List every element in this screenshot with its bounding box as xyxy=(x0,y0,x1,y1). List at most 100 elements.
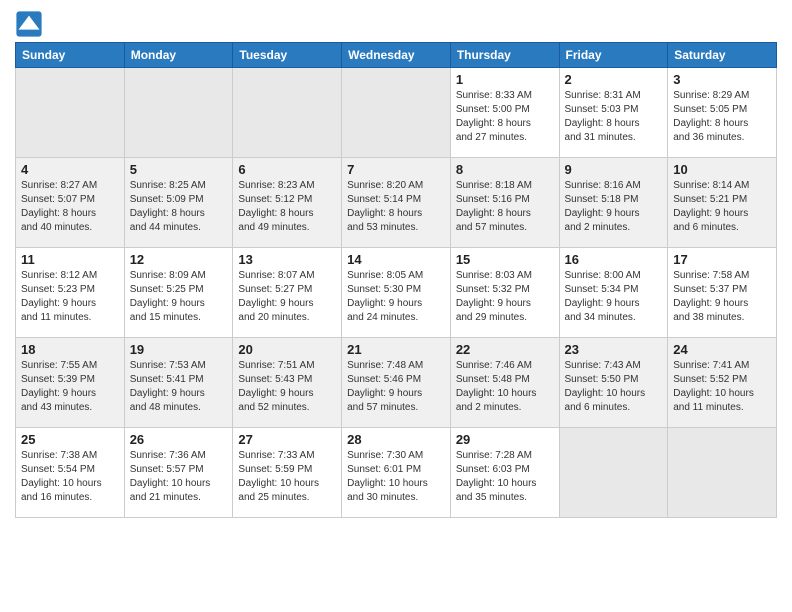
calendar-cell xyxy=(124,68,233,158)
calendar-week-2: 4 Sunrise: 8:27 AM Sunset: 5:07 PM Daylig… xyxy=(16,158,777,248)
calendar-cell: 22 Sunrise: 7:46 AM Sunset: 5:48 PM Dayli… xyxy=(450,338,559,428)
day-info: Sunrise: 7:46 AM Sunset: 5:48 PM Dayligh… xyxy=(456,359,554,415)
header-sunday: Sunday xyxy=(16,43,125,68)
calendar-cell: 6 Sunrise: 8:23 AM Sunset: 5:12 PM Daylig… xyxy=(233,158,342,248)
header-friday: Friday xyxy=(559,43,668,68)
calendar-cell: 20 Sunrise: 7:51 AM Sunset: 5:43 PM Dayli… xyxy=(233,338,342,428)
day-info: Sunrise: 8:33 AM Sunset: 5:00 PM Dayligh… xyxy=(456,89,554,145)
day-info: Sunrise: 7:55 AM Sunset: 5:39 PM Dayligh… xyxy=(21,359,119,415)
day-info: Sunrise: 7:58 AM Sunset: 5:37 PM Dayligh… xyxy=(673,269,771,325)
calendar-cell: 8 Sunrise: 8:18 AM Sunset: 5:16 PM Daylig… xyxy=(450,158,559,248)
day-info: Sunrise: 8:27 AM Sunset: 5:07 PM Dayligh… xyxy=(21,179,119,235)
calendar-cell: 7 Sunrise: 8:20 AM Sunset: 5:14 PM Daylig… xyxy=(342,158,451,248)
calendar-cell: 3 Sunrise: 8:29 AM Sunset: 5:05 PM Daylig… xyxy=(668,68,777,158)
logo xyxy=(15,10,47,38)
day-info: Sunrise: 8:03 AM Sunset: 5:32 PM Dayligh… xyxy=(456,269,554,325)
day-number: 29 xyxy=(456,432,554,447)
calendar-week-5: 25Sunrise: 7:38 AM Sunset: 5:54 PM Dayli… xyxy=(16,428,777,518)
calendar-cell xyxy=(668,428,777,518)
day-number: 5 xyxy=(130,162,228,177)
calendar-week-3: 11 Sunrise: 8:12 AM Sunset: 5:23 PM Dayli… xyxy=(16,248,777,338)
calendar-cell: 24 Sunrise: 7:41 AM Sunset: 5:52 PM Dayli… xyxy=(668,338,777,428)
day-number: 9 xyxy=(565,162,663,177)
calendar-cell xyxy=(16,68,125,158)
calendar-cell: 19 Sunrise: 7:53 AM Sunset: 5:41 PM Dayli… xyxy=(124,338,233,428)
day-number: 13 xyxy=(238,252,336,267)
day-number: 18 xyxy=(21,342,119,357)
day-info: Sunrise: 8:31 AM Sunset: 5:03 PM Dayligh… xyxy=(565,89,663,145)
day-number: 8 xyxy=(456,162,554,177)
calendar-cell: 12 Sunrise: 8:09 AM Sunset: 5:25 PM Dayli… xyxy=(124,248,233,338)
calendar-week-4: 18 Sunrise: 7:55 AM Sunset: 5:39 PM Dayli… xyxy=(16,338,777,428)
day-number: 17 xyxy=(673,252,771,267)
calendar-cell: 15 Sunrise: 8:03 AM Sunset: 5:32 PM Dayli… xyxy=(450,248,559,338)
calendar-cell: 17 Sunrise: 7:58 AM Sunset: 5:37 PM Dayli… xyxy=(668,248,777,338)
day-number: 28 xyxy=(347,432,445,447)
day-info: Sunrise: 7:43 AM Sunset: 5:50 PM Dayligh… xyxy=(565,359,663,415)
calendar-cell: 2 Sunrise: 8:31 AM Sunset: 5:03 PM Daylig… xyxy=(559,68,668,158)
calendar-cell: 16Sunrise: 8:00 AM Sunset: 5:34 PM Dayli… xyxy=(559,248,668,338)
calendar-table: SundayMondayTuesdayWednesdayThursdayFrid… xyxy=(15,42,777,518)
day-number: 11 xyxy=(21,252,119,267)
calendar-cell: 11 Sunrise: 8:12 AM Sunset: 5:23 PM Dayli… xyxy=(16,248,125,338)
calendar-cell: 18 Sunrise: 7:55 AM Sunset: 5:39 PM Dayli… xyxy=(16,338,125,428)
calendar-week-1: 1 Sunrise: 8:33 AM Sunset: 5:00 PM Daylig… xyxy=(16,68,777,158)
header-wednesday: Wednesday xyxy=(342,43,451,68)
calendar-cell xyxy=(559,428,668,518)
calendar-cell xyxy=(233,68,342,158)
day-number: 21 xyxy=(347,342,445,357)
day-number: 1 xyxy=(456,72,554,87)
calendar-header-row: SundayMondayTuesdayWednesdayThursdayFrid… xyxy=(16,43,777,68)
day-info: Sunrise: 7:28 AM Sunset: 6:03 PM Dayligh… xyxy=(456,449,554,505)
header-thursday: Thursday xyxy=(450,43,559,68)
calendar-cell: 9 Sunrise: 8:16 AM Sunset: 5:18 PM Daylig… xyxy=(559,158,668,248)
header-monday: Monday xyxy=(124,43,233,68)
day-number: 20 xyxy=(238,342,336,357)
header-saturday: Saturday xyxy=(668,43,777,68)
day-info: Sunrise: 7:53 AM Sunset: 5:41 PM Dayligh… xyxy=(130,359,228,415)
day-number: 27 xyxy=(238,432,336,447)
calendar-cell: 13 Sunrise: 8:07 AM Sunset: 5:27 PM Dayli… xyxy=(233,248,342,338)
day-info: Sunrise: 8:07 AM Sunset: 5:27 PM Dayligh… xyxy=(238,269,336,325)
day-info: Sunrise: 7:41 AM Sunset: 5:52 PM Dayligh… xyxy=(673,359,771,415)
day-number: 24 xyxy=(673,342,771,357)
day-number: 22 xyxy=(456,342,554,357)
day-info: Sunrise: 7:36 AM Sunset: 5:57 PM Dayligh… xyxy=(130,449,228,505)
day-info: Sunrise: 8:20 AM Sunset: 5:14 PM Dayligh… xyxy=(347,179,445,235)
day-number: 3 xyxy=(673,72,771,87)
calendar-cell: 29 Sunrise: 7:28 AM Sunset: 6:03 PM Dayli… xyxy=(450,428,559,518)
day-number: 26 xyxy=(130,432,228,447)
day-number: 4 xyxy=(21,162,119,177)
day-info: Sunrise: 8:16 AM Sunset: 5:18 PM Dayligh… xyxy=(565,179,663,235)
day-info: Sunrise: 8:29 AM Sunset: 5:05 PM Dayligh… xyxy=(673,89,771,145)
calendar-cell xyxy=(342,68,451,158)
day-number: 6 xyxy=(238,162,336,177)
calendar-cell: 28Sunrise: 7:30 AM Sunset: 6:01 PM Dayli… xyxy=(342,428,451,518)
day-info: Sunrise: 8:12 AM Sunset: 5:23 PM Dayligh… xyxy=(21,269,119,325)
day-number: 10 xyxy=(673,162,771,177)
day-number: 19 xyxy=(130,342,228,357)
day-info: Sunrise: 8:09 AM Sunset: 5:25 PM Dayligh… xyxy=(130,269,228,325)
day-number: 12 xyxy=(130,252,228,267)
day-number: 23 xyxy=(565,342,663,357)
day-info: Sunrise: 8:23 AM Sunset: 5:12 PM Dayligh… xyxy=(238,179,336,235)
day-info: Sunrise: 8:25 AM Sunset: 5:09 PM Dayligh… xyxy=(130,179,228,235)
day-number: 25 xyxy=(21,432,119,447)
calendar-cell: 26 Sunrise: 7:36 AM Sunset: 5:57 PM Dayli… xyxy=(124,428,233,518)
calendar-cell: 23 Sunrise: 7:43 AM Sunset: 5:50 PM Dayli… xyxy=(559,338,668,428)
calendar-cell: 21 Sunrise: 7:48 AM Sunset: 5:46 PM Dayli… xyxy=(342,338,451,428)
day-info: Sunrise: 8:14 AM Sunset: 5:21 PM Dayligh… xyxy=(673,179,771,235)
day-info: Sunrise: 7:51 AM Sunset: 5:43 PM Dayligh… xyxy=(238,359,336,415)
day-info: Sunrise: 7:48 AM Sunset: 5:46 PM Dayligh… xyxy=(347,359,445,415)
day-info: Sunrise: 8:18 AM Sunset: 5:16 PM Dayligh… xyxy=(456,179,554,235)
day-number: 15 xyxy=(456,252,554,267)
calendar-cell: 4 Sunrise: 8:27 AM Sunset: 5:07 PM Daylig… xyxy=(16,158,125,248)
day-number: 7 xyxy=(347,162,445,177)
calendar-cell: 25Sunrise: 7:38 AM Sunset: 5:54 PM Dayli… xyxy=(16,428,125,518)
day-number: 2 xyxy=(565,72,663,87)
calendar-cell: 10 Sunrise: 8:14 AM Sunset: 5:21 PM Dayli… xyxy=(668,158,777,248)
day-info: Sunrise: 8:00 AM Sunset: 5:34 PM Dayligh… xyxy=(565,269,663,325)
calendar-cell: 1 Sunrise: 8:33 AM Sunset: 5:00 PM Daylig… xyxy=(450,68,559,158)
calendar-cell: 14Sunrise: 8:05 AM Sunset: 5:30 PM Dayli… xyxy=(342,248,451,338)
header-tuesday: Tuesday xyxy=(233,43,342,68)
